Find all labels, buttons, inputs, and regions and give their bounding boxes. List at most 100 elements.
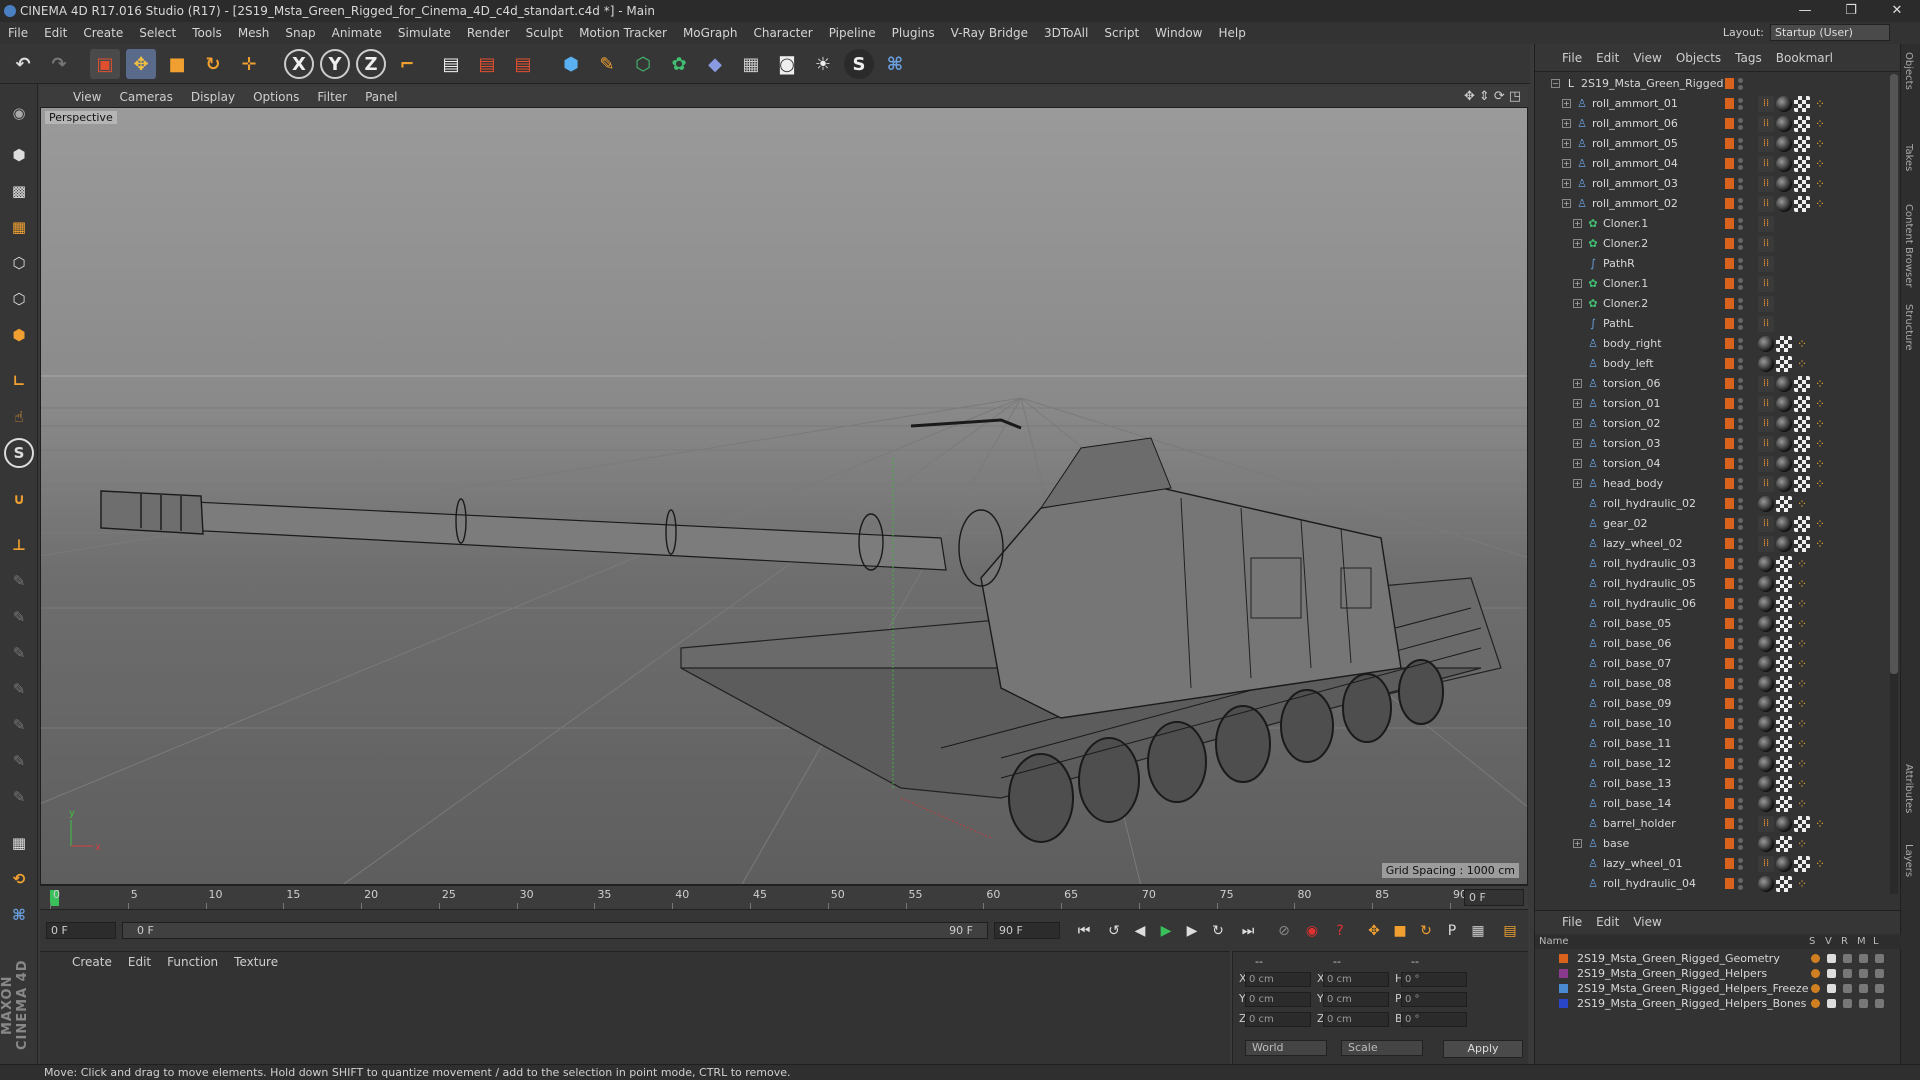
visibility-dots[interactable]	[1737, 776, 1745, 792]
render-visibility-dot[interactable]	[1738, 685, 1743, 690]
editor-visibility-dot[interactable]	[1738, 298, 1743, 303]
visibility-dots[interactable]	[1737, 256, 1745, 272]
script-icon[interactable]: ⌘	[4, 900, 34, 930]
expand-toggle-icon[interactable]: +	[1573, 839, 1582, 848]
texture-tag-icon[interactable]	[1794, 436, 1810, 452]
uvw-tag-icon[interactable]: ⁞⁞	[1758, 116, 1774, 132]
editor-visibility-dot[interactable]	[1738, 418, 1743, 423]
object-row[interactable]: ∫ PathR ⁞⁞	[1535, 254, 1885, 274]
coord-pos-field[interactable]: 0 cm	[1245, 992, 1311, 1007]
side-tab-attributes[interactable]: Attributes	[1903, 764, 1914, 813]
layer-solo-toggle-icon[interactable]	[1811, 984, 1820, 993]
editor-visibility-dot[interactable]	[1738, 258, 1743, 263]
object-menu-edit[interactable]: Edit	[1589, 51, 1626, 65]
layer-color-swatch[interactable]	[1725, 138, 1734, 149]
texture-tag-icon[interactable]	[1776, 676, 1792, 692]
selection-tag-icon[interactable]: ⁘	[1794, 756, 1810, 772]
render-visibility-dot[interactable]	[1738, 165, 1743, 170]
render-visibility-dot[interactable]	[1738, 745, 1743, 750]
viewport-rotate-icon[interactable]: ⟳	[1494, 89, 1505, 104]
redo-icon[interactable]: ↷	[44, 49, 74, 79]
points-mode-icon[interactable]: ⬡	[4, 248, 34, 278]
editor-visibility-dot[interactable]	[1738, 138, 1743, 143]
layer-color-swatch[interactable]	[1725, 298, 1734, 309]
layer-color-swatch[interactable]	[1725, 718, 1734, 729]
selection-tag-icon[interactable]: ⁘	[1812, 436, 1828, 452]
render-visibility-dot[interactable]	[1738, 385, 1743, 390]
menu-select[interactable]: Select	[131, 26, 184, 40]
selection-tag-icon[interactable]: ⁘	[1794, 356, 1810, 372]
coord-rot-field[interactable]: 0 °	[1401, 1012, 1467, 1027]
texture-tag-icon[interactable]	[1794, 156, 1810, 172]
editor-visibility-dot[interactable]	[1738, 738, 1743, 743]
selection-tag-icon[interactable]: ⁘	[1812, 396, 1828, 412]
object-row[interactable]: ♙ roll_hydraulic_06 ⁘	[1535, 594, 1885, 614]
layer-row[interactable]: 2S19_Msta_Green_Rigged_Helpers	[1535, 966, 1901, 981]
visibility-dots[interactable]	[1737, 356, 1745, 372]
layer-view-toggle-icon[interactable]	[1827, 954, 1836, 963]
cloner-icon[interactable]: ✿	[664, 49, 694, 79]
render-visibility-dot[interactable]	[1738, 505, 1743, 510]
object-row[interactable]: ♙ roll_base_14 ⁘	[1535, 794, 1885, 814]
object-row[interactable]: ♙ lazy_wheel_02 ⁞⁞ ⁘	[1535, 534, 1885, 554]
layer-color-swatch[interactable]	[1725, 878, 1734, 889]
expand-toggle-icon[interactable]: +	[1573, 219, 1582, 228]
material-tag-icon[interactable]	[1758, 556, 1774, 572]
object-row[interactable]: + ✿ Cloner.1 ⁞⁞	[1535, 274, 1885, 294]
visibility-dots[interactable]	[1737, 556, 1745, 572]
layer-render-toggle-icon[interactable]	[1843, 969, 1852, 978]
layer-color-swatch[interactable]	[1725, 218, 1734, 229]
menu-pipeline[interactable]: Pipeline	[821, 26, 884, 40]
visibility-dots[interactable]	[1737, 656, 1745, 672]
layer-color-swatch[interactable]	[1725, 318, 1734, 329]
layer-color-swatch[interactable]	[1725, 498, 1734, 509]
texture-tag-icon[interactable]	[1776, 876, 1792, 892]
coord-scale-select[interactable]: Scale	[1341, 1040, 1423, 1056]
visibility-dots[interactable]	[1737, 76, 1745, 92]
editor-visibility-dot[interactable]	[1738, 498, 1743, 503]
editor-visibility-dot[interactable]	[1738, 518, 1743, 523]
layer-color-swatch[interactable]	[1725, 618, 1734, 629]
layer-manager-toggle-icon[interactable]	[1859, 984, 1868, 993]
layer-render-toggle-icon[interactable]	[1843, 984, 1852, 993]
layer-color-swatch[interactable]	[1725, 858, 1734, 869]
selection-tag-icon[interactable]: ⁘	[1794, 336, 1810, 352]
menu-create[interactable]: Create	[75, 26, 131, 40]
python-icon[interactable]: ⌘	[880, 49, 910, 79]
key-pla-icon[interactable]: ▦	[1466, 919, 1490, 943]
editor-visibility-dot[interactable]	[1738, 858, 1743, 863]
workplane-mode-icon[interactable]: ▦	[4, 212, 34, 242]
render-visibility-dot[interactable]	[1738, 245, 1743, 250]
material-tag-icon[interactable]	[1776, 156, 1792, 172]
range-end-field[interactable]: 90 F	[994, 922, 1060, 939]
selection-tag-icon[interactable]: ⁘	[1812, 136, 1828, 152]
render-visibility-dot[interactable]	[1738, 525, 1743, 530]
visibility-dots[interactable]	[1737, 216, 1745, 232]
object-menu-objects[interactable]: Objects	[1669, 51, 1728, 65]
key-param-icon[interactable]: P	[1440, 919, 1464, 943]
editor-visibility-dot[interactable]	[1738, 318, 1743, 323]
object-row[interactable]: + ✿ Cloner.2 ⁞⁞	[1535, 294, 1885, 314]
layer-solo-toggle-icon[interactable]	[1811, 954, 1820, 963]
editor-visibility-dot[interactable]	[1738, 678, 1743, 683]
editor-visibility-dot[interactable]	[1738, 618, 1743, 623]
expand-toggle-icon[interactable]: +	[1573, 399, 1582, 408]
expand-toggle-icon[interactable]: +	[1573, 439, 1582, 448]
render-visibility-dot[interactable]	[1738, 765, 1743, 770]
material-tag-icon[interactable]	[1776, 816, 1792, 832]
material-tag-icon[interactable]	[1758, 836, 1774, 852]
object-row[interactable]: + ✿ Cloner.2 ⁞⁞	[1535, 234, 1885, 254]
viewport-menu-cameras[interactable]: Cameras	[110, 90, 181, 104]
side-tab-structure[interactable]: Structure	[1903, 304, 1914, 351]
menu-file[interactable]: File	[0, 26, 36, 40]
magnet-icon[interactable]: ∪	[4, 484, 34, 514]
material-tag-icon[interactable]	[1776, 376, 1792, 392]
texture-tag-icon[interactable]	[1776, 636, 1792, 652]
selection-tag-icon[interactable]: ⁘	[1812, 156, 1828, 172]
object-list-scrollbar[interactable]	[1890, 74, 1898, 894]
render-visibility-dot[interactable]	[1738, 325, 1743, 330]
object-row[interactable]: ♙ roll_base_06 ⁘	[1535, 634, 1885, 654]
visibility-dots[interactable]	[1737, 816, 1745, 832]
layer-color-swatch[interactable]	[1725, 778, 1734, 789]
layer-color-swatch[interactable]	[1559, 999, 1568, 1008]
